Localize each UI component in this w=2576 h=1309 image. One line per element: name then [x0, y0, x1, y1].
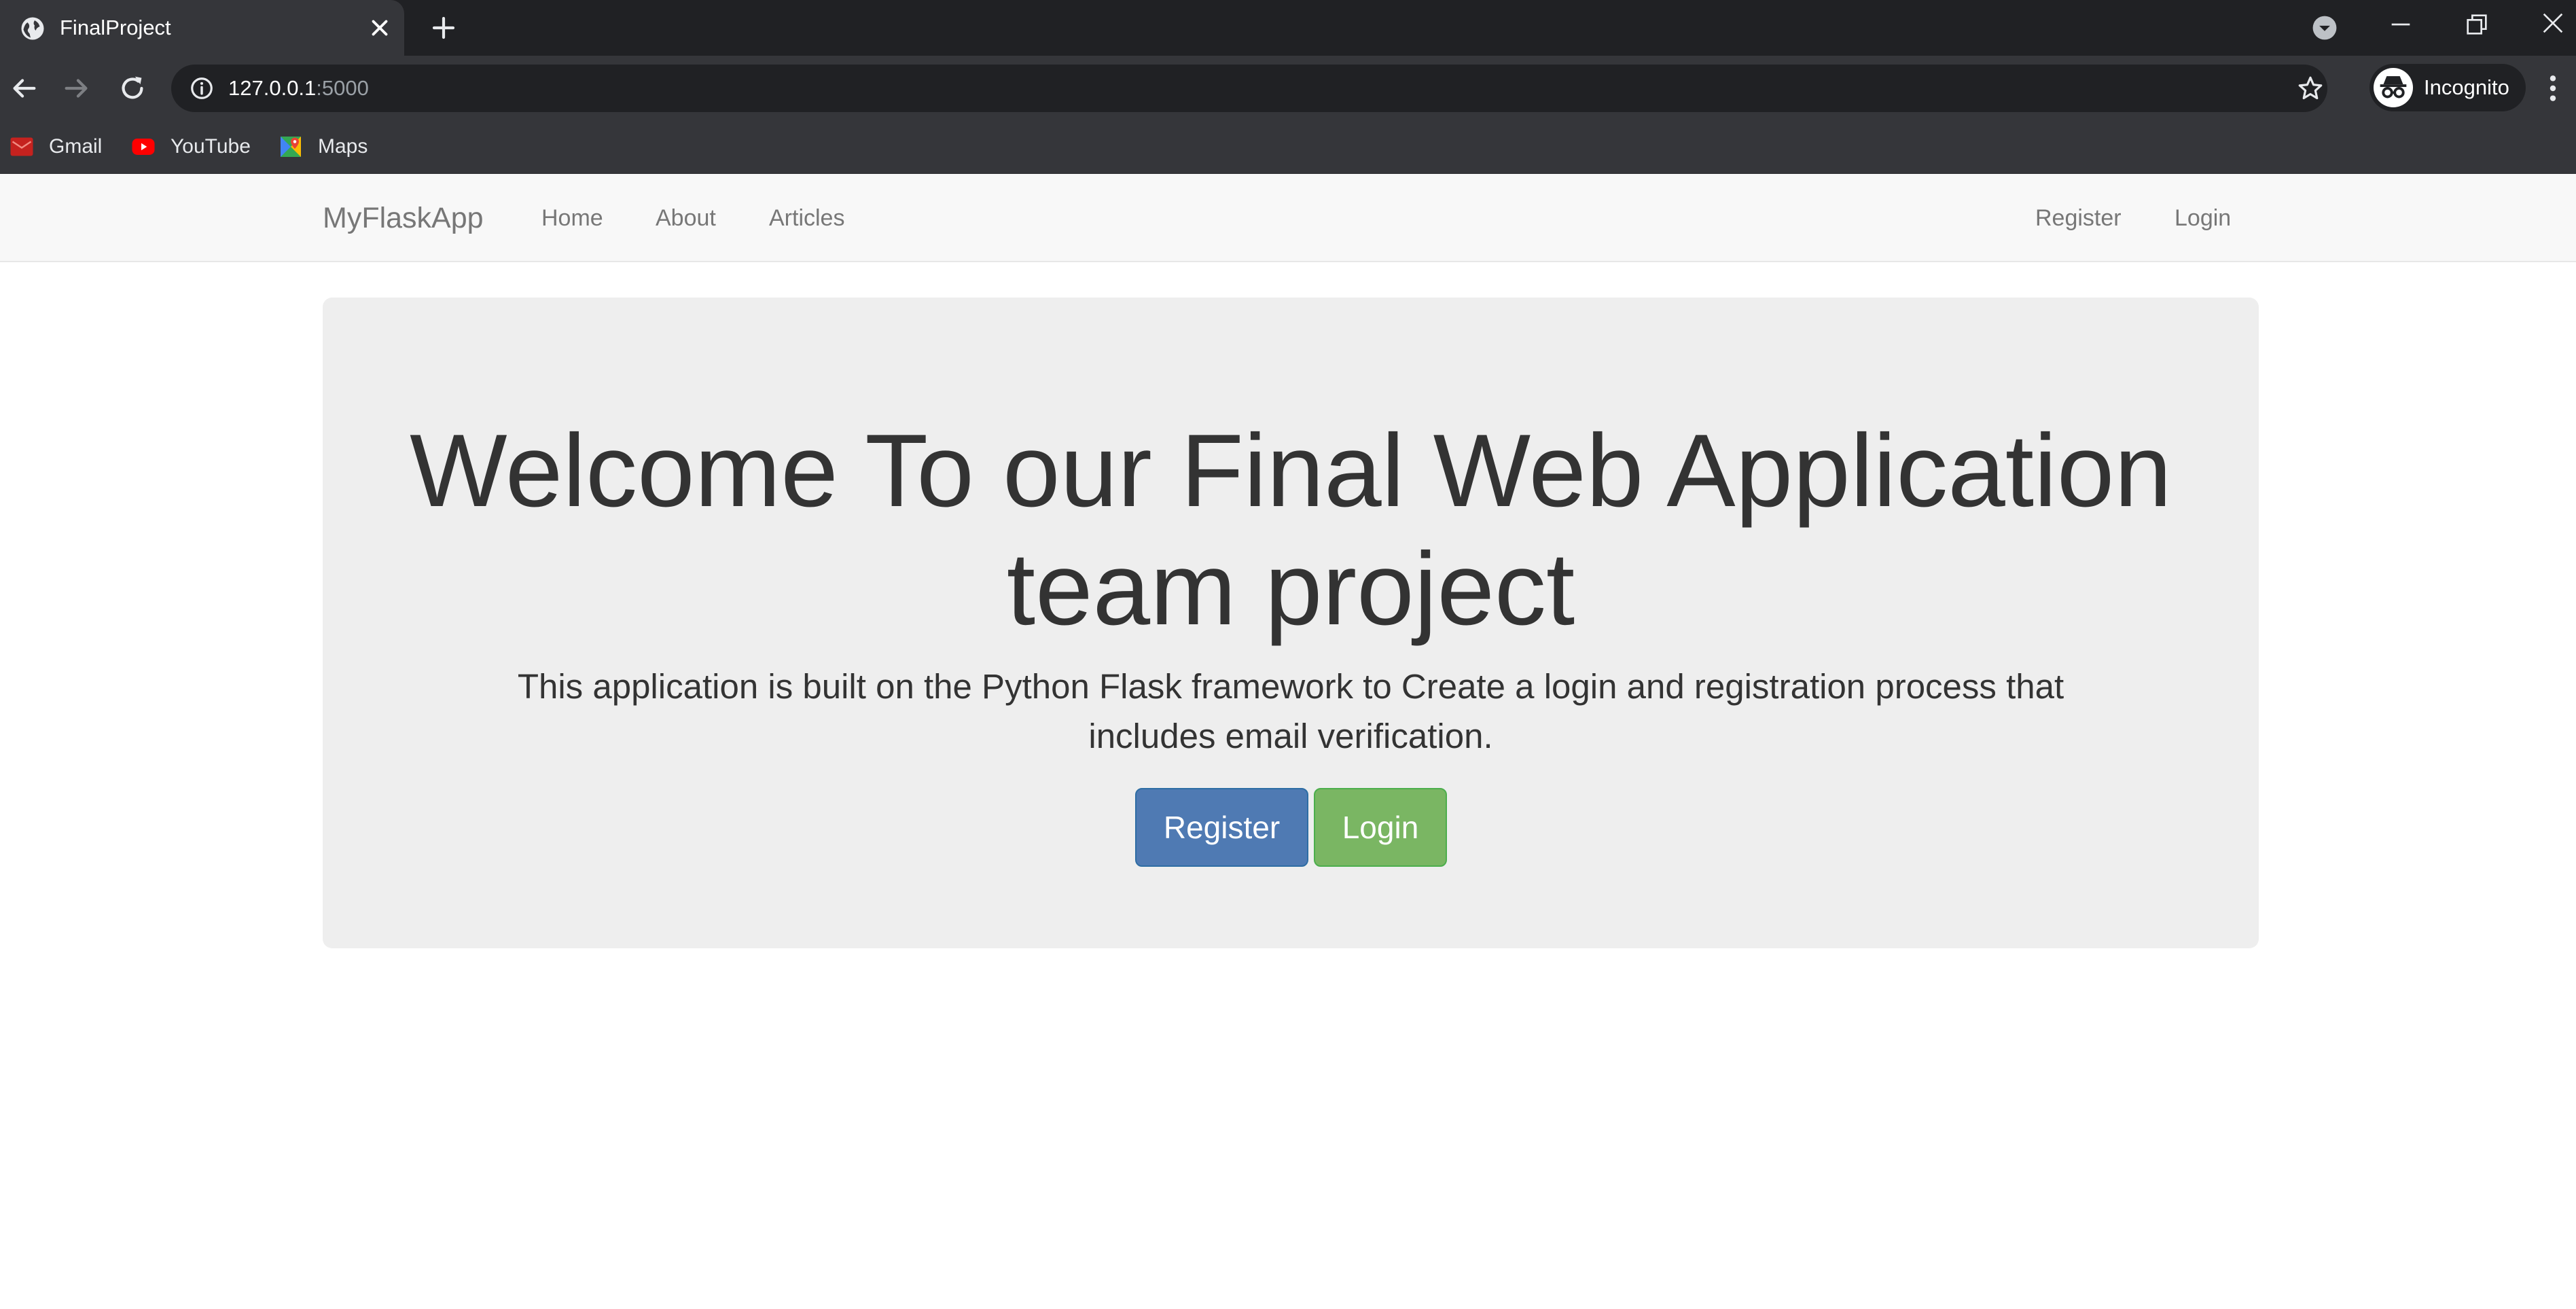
lead-text: This application is built on the Python … [517, 667, 2064, 755]
tab-strip: FinalProject [0, 0, 2576, 56]
forward-arrow-icon[interactable] [61, 73, 92, 104]
window-close-icon[interactable] [2539, 10, 2566, 37]
globe-icon [21, 17, 44, 40]
more-menu-icon[interactable] [2546, 73, 2560, 103]
minimize-icon[interactable] [2387, 11, 2414, 38]
tab-title: FinalProject [60, 16, 171, 39]
profile-label: Incognito [2424, 75, 2509, 99]
browser-toolbar: 127.0.0.1:5000 Incognito [0, 56, 2576, 121]
site-navbar: MyFlaskApp Home About Articles Register … [0, 174, 2576, 262]
gmail-icon [10, 137, 33, 156]
nav-link-home[interactable]: Home [541, 204, 603, 232]
nav-link-login[interactable]: Login [2175, 204, 2231, 232]
bookmarks-bar: Gmail YouTube Maps [0, 121, 2576, 174]
info-icon[interactable] [189, 75, 215, 101]
new-tab-icon[interactable] [429, 14, 458, 42]
address-bar[interactable]: 127.0.0.1:5000 [171, 65, 2327, 112]
incognito-profile-button[interactable]: Incognito [2369, 64, 2526, 111]
tab-search-icon[interactable] [2312, 15, 2338, 41]
bookmark-star-icon[interactable] [2296, 74, 2325, 103]
bookmark-maps[interactable]: Maps [279, 130, 368, 163]
bookmark-youtube[interactable]: YouTube [131, 130, 251, 163]
restore-icon[interactable] [2463, 11, 2490, 38]
maps-icon [281, 137, 301, 157]
back-arrow-icon[interactable] [8, 73, 39, 104]
youtube-icon [132, 139, 155, 155]
bookmark-gmail[interactable]: Gmail [10, 130, 102, 163]
bookmark-label: Gmail [49, 135, 103, 158]
bookmark-label: YouTube [171, 135, 251, 158]
nav-link-articles[interactable]: Articles [769, 204, 844, 232]
url-port: :5000 [316, 76, 369, 100]
navbar-brand[interactable]: MyFlaskApp [323, 201, 484, 235]
register-button[interactable]: Register [1135, 788, 1308, 867]
nav-link-about[interactable]: About [656, 204, 716, 232]
login-button[interactable]: Login [1314, 788, 1447, 867]
jumbotron: Welcome To our Final Web Application tea… [323, 298, 2259, 948]
url-text[interactable]: 127.0.0.1:5000 [228, 74, 369, 103]
tab-final-project[interactable]: FinalProject [0, 0, 404, 56]
incognito-icon [2374, 68, 2413, 107]
reload-icon[interactable] [117, 73, 148, 104]
page-title: Welcome To our Final Web Application tea… [410, 413, 2172, 647]
url-host: 127.0.0.1 [228, 76, 317, 100]
nav-link-register[interactable]: Register [2035, 204, 2122, 232]
bookmark-label: Maps [318, 135, 368, 158]
close-icon[interactable] [367, 15, 393, 41]
